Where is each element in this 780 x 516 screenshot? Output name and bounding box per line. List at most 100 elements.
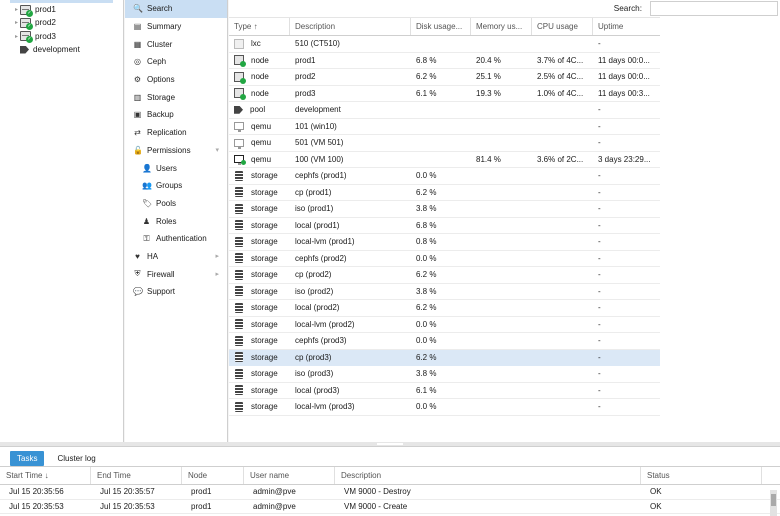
- tab-tasks[interactable]: Tasks: [10, 450, 45, 466]
- expand-arrow-icon[interactable]: ▸: [215, 270, 219, 278]
- menu-item-replication[interactable]: ⇄ Replication: [125, 124, 227, 142]
- tree-pool-development[interactable]: development: [0, 43, 123, 56]
- grid-row[interactable]: storage local (prod2) 6.2 % -: [229, 300, 660, 317]
- cell-desc: cephfs (prod1): [295, 171, 347, 181]
- expand-icon[interactable]: ▸: [13, 33, 20, 40]
- cell-disk: 6.8 %: [416, 220, 437, 230]
- cell-cpu: [532, 300, 593, 316]
- grid-row[interactable]: node prod1 6.8 % 20.4 % 3.7% of 4C... 11 days…: [229, 53, 660, 69]
- menu-item-ceph[interactable]: ◎ Ceph: [125, 53, 227, 71]
- menu-item-label: Users: [156, 163, 177, 173]
- tree-node-prod3[interactable]: ▸ ✓ prod3: [0, 30, 123, 44]
- expand-icon[interactable]: ▸: [13, 19, 20, 26]
- grid-toolbar: Search:: [229, 0, 780, 17]
- grid-row[interactable]: storage local (prod1) 6.8 % -: [229, 218, 660, 234]
- grid-row[interactable]: storage cp (prod2) 6.2 % -: [229, 267, 660, 284]
- cell-user: admin@pve: [253, 501, 296, 511]
- menu-item-users[interactable]: 👤 Users: [125, 159, 227, 177]
- cell-mem: [471, 218, 532, 234]
- search-input[interactable]: [650, 1, 778, 16]
- grid-row[interactable]: storage cephfs (prod2) 0.0 % -: [229, 251, 660, 267]
- splitter-grip[interactable]: [377, 443, 403, 445]
- menu-item-permissions[interactable]: 🔓 Permissions ▾: [125, 142, 227, 160]
- grid-row[interactable]: node prod2 6.2 % 25.1 % 2.5% of 4C... 11 days…: [229, 69, 660, 86]
- cell-disk: [411, 36, 471, 52]
- cell-type: node: [229, 69, 290, 85]
- column-end-time[interactable]: End Time: [91, 467, 182, 484]
- scrollbar-thumb[interactable]: [771, 494, 776, 506]
- tasks-scrollbar[interactable]: [770, 490, 777, 516]
- cell-cpu: [532, 366, 593, 382]
- menu-item-firewall[interactable]: ⛨ Firewall ▸: [125, 265, 227, 283]
- grid-row[interactable]: qemu 501 (VM 501) -: [229, 135, 660, 152]
- grid-row[interactable]: node prod3 6.1 % 19.3 % 1.0% of 4C... 11 days…: [229, 86, 660, 102]
- expand-arrow-icon[interactable]: ▾: [215, 146, 219, 154]
- cell-mem: [471, 284, 532, 300]
- menu-item-roles[interactable]: ♟ Roles: [125, 212, 227, 230]
- cell-status: OK: [650, 487, 662, 497]
- menu-item-authentication[interactable]: ⚿ Authentication: [125, 230, 227, 248]
- menu-item-summary[interactable]: ▤ Summary: [125, 18, 227, 36]
- column-memory-usage[interactable]: Memory us...: [471, 18, 532, 35]
- column-cpu-usage[interactable]: CPU usage: [532, 18, 593, 35]
- menu-item-cluster[interactable]: ▦ Cluster: [125, 35, 227, 53]
- grid-row[interactable]: storage iso (prod1) 3.8 % -: [229, 201, 660, 218]
- column-start-time[interactable]: Start Time ↓: [0, 467, 91, 484]
- menu-item-label: Storage: [147, 92, 176, 102]
- column-description[interactable]: Description: [290, 18, 411, 35]
- grid-row[interactable]: qemu 100 (VM 100) 81.4 % 3.6% of 2C... 3 day…: [229, 152, 660, 168]
- tree-node-prod1[interactable]: ▸ ✓ prod1: [0, 3, 123, 17]
- grid-row[interactable]: storage cephfs (prod1) 0.0 % -: [229, 168, 660, 185]
- column-disk-usage[interactable]: Disk usage...: [411, 18, 471, 35]
- grid-row[interactable]: storage local-lvm (prod2) 0.0 % -: [229, 317, 660, 333]
- column-user-name[interactable]: User name: [244, 467, 335, 484]
- column-description[interactable]: Description: [335, 467, 641, 484]
- heartbeat-icon: ♥: [135, 251, 140, 261]
- task-row[interactable]: Jul 15 20:35:56 Jul 15 20:35:57 prod1 admin…: [0, 485, 780, 500]
- grid-row[interactable]: pool development -: [229, 102, 660, 119]
- grid-row[interactable]: storage local (prod3) 6.1 % -: [229, 383, 660, 399]
- cell-disk: 6.2 %: [416, 72, 437, 82]
- menu-item-ha[interactable]: ♥ HA ▸: [125, 248, 227, 266]
- cell-cpu: [532, 119, 593, 135]
- column-uptime[interactable]: Uptime: [593, 18, 660, 35]
- grid-row[interactable]: lxc 510 (CT510) -: [229, 36, 660, 53]
- grid-row[interactable]: storage cp (prod3) 6.2 % -: [229, 349, 660, 366]
- menu-item-backup[interactable]: ▣ Backup: [125, 106, 227, 124]
- cell-uptime: -: [598, 187, 601, 197]
- node-icon: [234, 71, 246, 84]
- check-icon: ✓: [26, 9, 33, 17]
- grid-row[interactable]: storage local-lvm (prod1) 0.8 % -: [229, 234, 660, 251]
- menu-item-search[interactable]: 🔍 Search: [125, 0, 227, 18]
- grid-row[interactable]: qemu 101 (win10) -: [229, 119, 660, 135]
- menu-item-storage[interactable]: ▥ Storage: [125, 88, 227, 106]
- grid-row[interactable]: storage cephfs (prod3) 0.0 % -: [229, 333, 660, 350]
- cell-cpu: [532, 135, 593, 151]
- grid-row[interactable]: storage cp (prod1) 6.2 % -: [229, 185, 660, 201]
- task-row[interactable]: Jul 15 20:35:53 Jul 15 20:35:53 prod1 admin…: [0, 500, 780, 514]
- cell-mem: [471, 185, 532, 201]
- expand-arrow-icon[interactable]: ▸: [215, 252, 219, 260]
- tree-node-prod2[interactable]: ▸ ✓ prod2: [0, 16, 123, 30]
- expand-icon[interactable]: ▸: [13, 6, 20, 13]
- grid-row[interactable]: storage iso (prod3) 3.8 % -: [229, 366, 660, 383]
- menu-item-support[interactable]: 💬 Support: [125, 283, 227, 301]
- type-label: storage: [251, 352, 278, 362]
- storage-icon: [235, 220, 243, 231]
- menu-item-pools[interactable]: 🏷 Pools: [125, 195, 227, 213]
- cell-disk: 0.0 %: [416, 402, 437, 412]
- menu-item-groups[interactable]: 👥 Groups: [125, 177, 227, 195]
- column-status[interactable]: Status: [641, 467, 762, 484]
- male-icon: ♟: [142, 216, 151, 226]
- menu-item-label: Replication: [147, 128, 187, 138]
- tab-cluster-log[interactable]: Cluster log: [50, 451, 102, 466]
- cell-uptime: -: [598, 204, 601, 214]
- menu-item-options[interactable]: ⚙ Options: [125, 71, 227, 89]
- column-node[interactable]: Node: [182, 467, 244, 484]
- type-label: storage: [251, 270, 278, 280]
- grid-row[interactable]: storage iso (prod2) 3.8 % -: [229, 284, 660, 300]
- grid-row[interactable]: storage local-lvm (prod3) 0.0 % -: [229, 399, 660, 416]
- storage-icon: [235, 187, 243, 198]
- datacenter-menu: 🔍 Search ▤ Summary ▦ Cluster ◎ Ceph ⚙ Options ▥ Sto…: [125, 0, 228, 442]
- column-type[interactable]: Type ↑: [229, 18, 290, 35]
